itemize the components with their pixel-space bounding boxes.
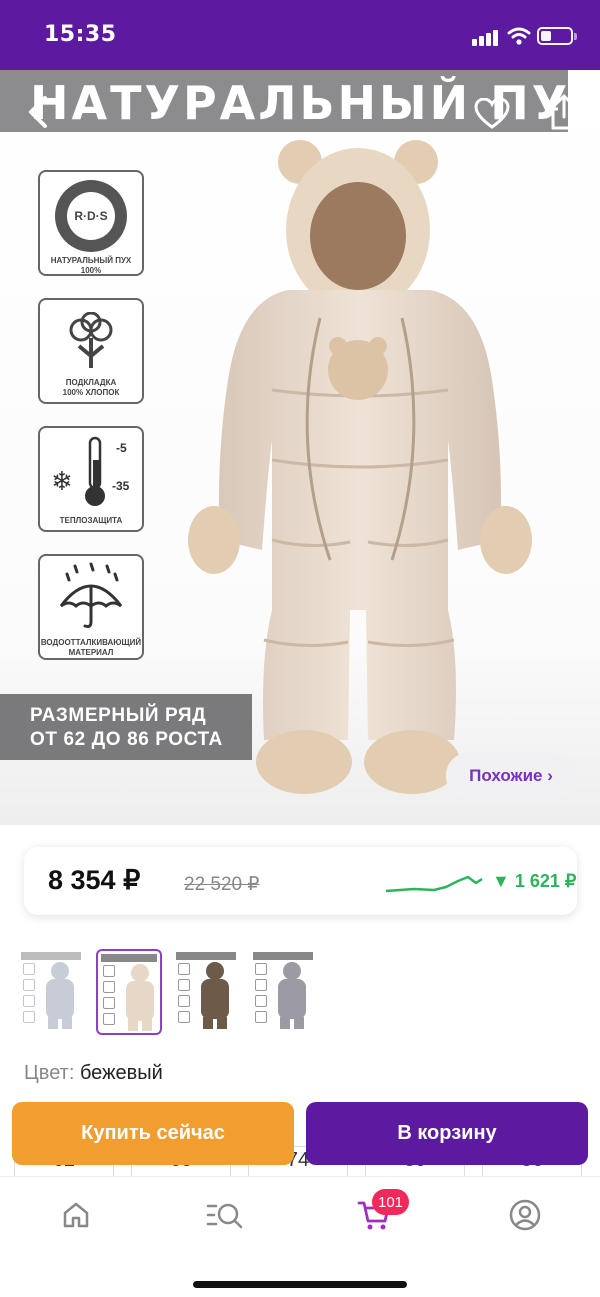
feature-water-repellent: ВОДООТТАЛКИВАЮЩИЙ МАТЕРИАЛ — [38, 554, 144, 660]
umbrella-icon — [59, 562, 123, 628]
add-to-cart-button[interactable]: В корзину — [306, 1102, 588, 1165]
variant-photo — [46, 962, 74, 1029]
nav-home[interactable] — [56, 1195, 96, 1235]
similar-products-button[interactable]: Похожие › — [446, 753, 576, 799]
cart-count-badge: 101 — [372, 1189, 410, 1215]
size-range-line-2: ОТ 62 ДО 86 РОСТА — [30, 729, 223, 750]
color-label: Цвет: — [24, 1062, 75, 1084]
home-icon — [63, 1202, 89, 1228]
feature-rds-caption-2: 100% — [80, 266, 102, 275]
size-range-banner: РАЗМЕРНЫЙ РЯД ОТ 62 ДО 86 РОСТА — [0, 694, 252, 760]
profile-icon — [509, 1199, 541, 1231]
bottom-navigation: 101 — [0, 1176, 600, 1297]
product-image-gallery[interactable]: НАТУРАЛЬНЫЙ ПУХ R·D·S НАТУРАЛЬНЫЙ ПУХ 10… — [0, 70, 600, 825]
feature-water-caption: ВОДООТТАЛКИВАЮЩИЙ — [40, 638, 142, 647]
price-history-sparkline — [385, 875, 483, 893]
color-value: бежевый — [79, 1062, 163, 1084]
feature-cotton-lining: ПОДКЛАДКА 100% ХЛОПОК — [38, 298, 144, 404]
variant-photo — [126, 964, 154, 1031]
home-indicator — [193, 1281, 407, 1288]
chevron-left-icon — [29, 96, 47, 128]
svg-text:-35: -35 — [112, 479, 130, 493]
color-variant-thumb[interactable] — [18, 949, 84, 1035]
color-variant-thumb[interactable] — [173, 949, 239, 1035]
cotton-icon — [69, 312, 113, 368]
size-range-line-1: РАЗМЕРНЫЙ РЯД — [30, 705, 207, 726]
buy-now-button[interactable]: Купить сейчас — [12, 1102, 294, 1165]
current-price: 8 354 ₽ — [48, 865, 141, 895]
app-root: 15:35 НАТУРАЛЬНЫЙ ПУХ R·D·S НАТУРАЛЬНЫЙ … — [0, 0, 600, 1297]
svg-text:R·D·S: R·D·S — [74, 209, 107, 223]
price-card[interactable]: 8 354 ₽ 22 520 ₽ ▼ 1 621 ₽ — [24, 847, 577, 915]
price-drop-amount: ▼ 1 621 ₽ — [492, 871, 577, 891]
feature-cotton-caption: ПОДКЛАДКА — [65, 378, 117, 387]
share-button[interactable] — [542, 90, 586, 134]
heart-icon — [474, 98, 510, 129]
svg-text:❄: ❄ — [51, 467, 73, 497]
thermometer-snowflake-icon: ❄ -5 -35 — [51, 436, 130, 506]
status-time: 15:35 — [44, 22, 117, 47]
feature-rds-down: R·D·S НАТУРАЛЬНЫЙ ПУХ 100% — [38, 170, 144, 276]
old-price: 22 520 ₽ — [184, 874, 260, 895]
back-button[interactable] — [16, 90, 60, 134]
cellular-signal-icon — [472, 28, 502, 46]
battery-icon — [537, 27, 577, 45]
feature-thermal-caption: ТЕПЛОЗАЩИТА — [59, 516, 123, 525]
nav-catalog[interactable] — [205, 1195, 245, 1235]
color-variant-thumb[interactable] — [250, 949, 316, 1035]
feature-thermal-protection: ❄ -5 -35 ТЕПЛОЗАЩИТА — [38, 426, 144, 532]
color-variant-thumb-selected[interactable] — [96, 949, 162, 1035]
wifi-icon — [507, 27, 531, 45]
color-variant-list — [18, 949, 598, 1039]
catalog-search-icon — [206, 1203, 243, 1229]
status-bar: 15:35 — [0, 0, 600, 70]
feature-water-caption-2: МАТЕРИАЛ — [68, 648, 114, 657]
favorite-button[interactable] — [470, 92, 514, 136]
svg-text:-5: -5 — [116, 441, 127, 455]
feature-cotton-caption-2: 100% ХЛОПОК — [62, 388, 120, 397]
nav-profile[interactable] — [505, 1195, 545, 1235]
selected-color: Цвет: бежевый — [24, 1062, 163, 1085]
feature-rds-caption: НАТУРАЛЬНЫЙ ПУХ — [50, 256, 132, 265]
share-icon — [551, 94, 577, 130]
variant-photo — [201, 962, 229, 1029]
variant-photo — [278, 962, 306, 1029]
rds-logo: R·D·S — [55, 180, 127, 252]
